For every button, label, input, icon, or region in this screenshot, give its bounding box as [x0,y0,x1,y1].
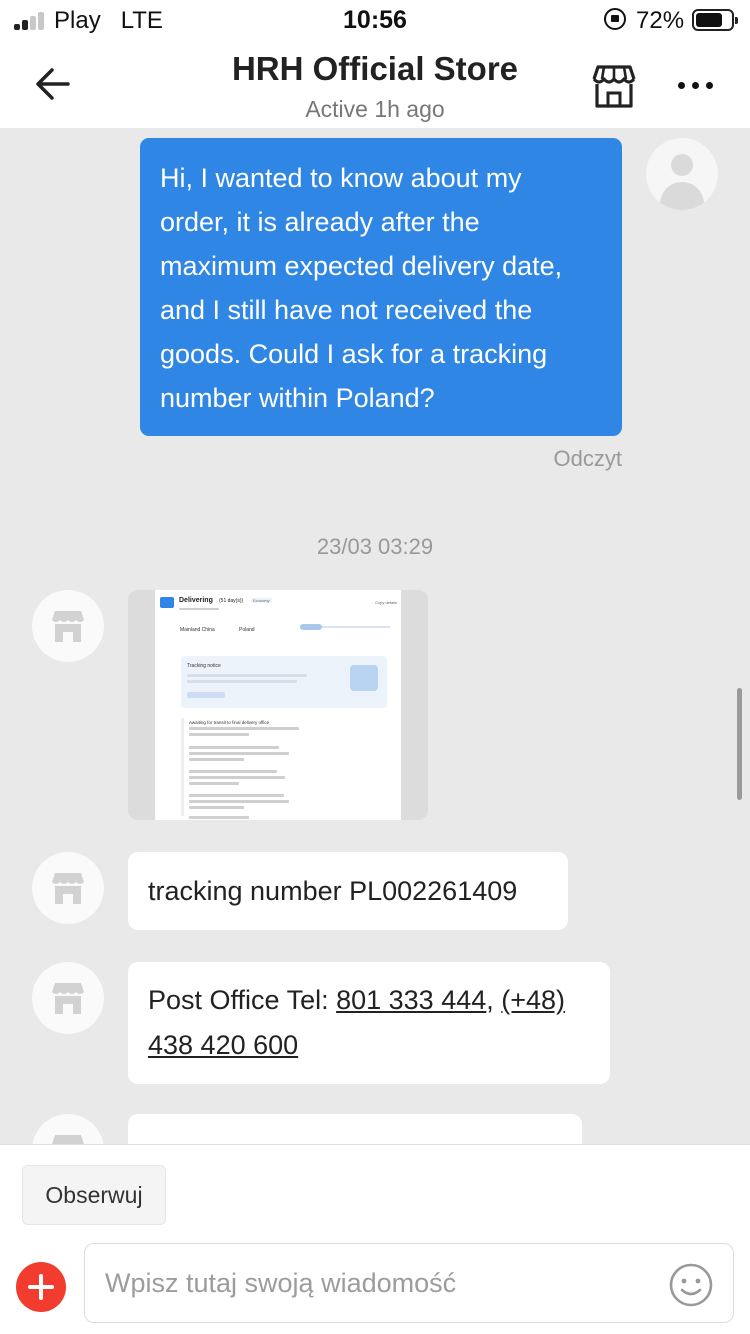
message-line: maximum expected delivery date, [160,251,563,281]
outgoing-message[interactable]: Hi, I wanted to know about my order, it … [140,138,622,436]
follow-button[interactable]: Obserwuj [22,1165,166,1225]
message-text: tracking number PL002261409 [148,876,518,906]
shot-title: Delivering [179,597,213,604]
message-line: Hi, I wanted to know about my [160,163,522,193]
phone-link[interactable]: 438 420 600 [148,1030,298,1060]
shot-copy: Copy details [375,600,398,605]
truck-icon [160,597,174,608]
incoming-message[interactable]: Post Office Tel: 801 333 444, (+48) 438 … [128,962,610,1084]
message-line: number within Poland? [160,383,435,413]
incoming-message[interactable]: tracking number PL002261409 [128,852,568,930]
date-separator: 23/03 03:29 [316,534,434,559]
store-avatar-icon[interactable] [32,1114,104,1144]
composer-bar: Obserwuj [0,1144,750,1334]
shot-tag: Economy [251,598,272,603]
more-options-button[interactable] [672,70,720,100]
message-line: order, it is already after the [160,207,480,237]
message-input[interactable] [84,1243,734,1323]
store-avatar-icon[interactable] [32,852,104,924]
shot-destination: Poland [239,627,255,633]
incoming-message[interactable] [128,1114,582,1144]
visit-store-button[interactable] [588,62,640,110]
shot-days: (51 day(s)) [219,598,244,604]
battery-percentage: 72% [636,7,685,34]
chat-header: HRH Official Store Active 1h ago [0,40,750,128]
separator: , [486,985,502,1015]
status-bar: Play LTE 10:56 72% [0,0,750,40]
emoji-icon [669,1263,713,1307]
tracking-screenshot: Delivering (51 day(s)) Economy Copy deta… [155,590,401,820]
store-avatar-icon[interactable] [32,590,104,662]
shot-origin: Mainland China [180,627,215,633]
read-receipt: Odczyt [553,446,622,471]
scrollbar[interactable] [737,688,742,800]
battery-icon [692,9,738,31]
message-line: goods. Could I ask for a tracking [160,339,548,369]
user-avatar-icon[interactable] [646,138,718,210]
chat-thread[interactable]: Hi, I wanted to know about my order, it … [0,128,750,1144]
emoji-button[interactable] [667,1261,715,1309]
message-line: and I still have not received the [160,295,533,325]
store-avatar-icon[interactable] [32,962,104,1034]
storefront-icon [592,65,636,108]
message-text: Post Office Tel: [148,985,337,1015]
shot-notice: Tracking notice [187,663,221,669]
shot-latest: Awaiting for transit to final delivery o… [189,720,270,725]
plus-icon[interactable] [16,1262,66,1312]
phone-link[interactable]: 801 333 444 [336,985,486,1015]
rotation-lock-icon [604,8,626,30]
image-message[interactable]: Delivering (51 day(s)) Economy Copy deta… [128,590,428,820]
phone-link[interactable]: (+48) [501,985,565,1015]
